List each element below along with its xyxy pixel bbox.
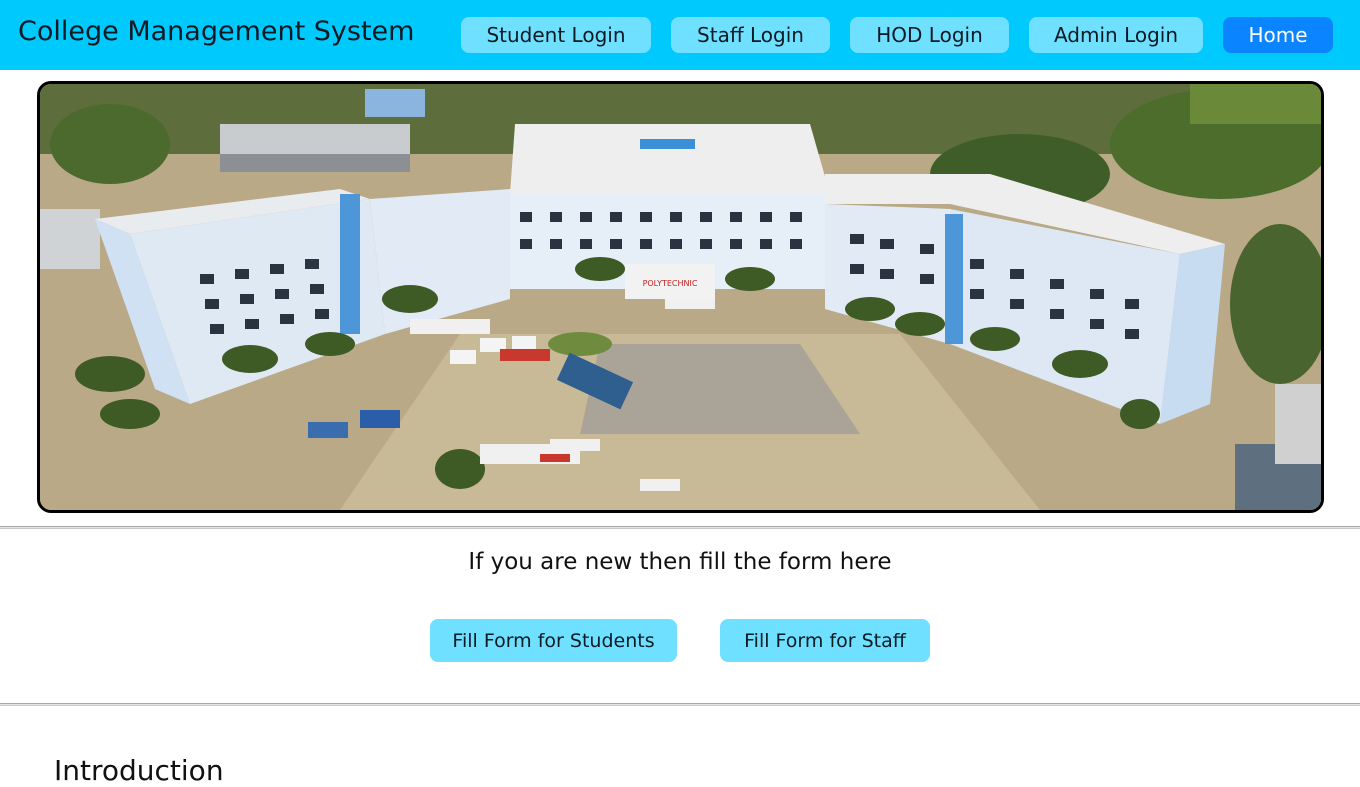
- divider: [0, 703, 1360, 706]
- divider: [0, 526, 1360, 529]
- new-user-prompt: If you are new then fill the form here: [468, 549, 892, 575]
- admin-login-button[interactable]: Admin Login: [1029, 17, 1203, 53]
- home-button[interactable]: Home: [1223, 17, 1333, 53]
- site-title: College Management System: [18, 16, 415, 47]
- staff-login-button[interactable]: Staff Login: [671, 17, 830, 53]
- campus-aerial-illustration: POLYTECHNIC: [40, 84, 1321, 510]
- building-sign-text: POLYTECHNIC: [643, 279, 698, 288]
- fill-form-students-button[interactable]: Fill Form for Students: [430, 619, 677, 662]
- hod-login-button[interactable]: HOD Login: [850, 17, 1009, 53]
- introduction-heading: Introduction: [54, 754, 224, 787]
- campus-hero-image: POLYTECHNIC: [37, 81, 1324, 513]
- student-login-button[interactable]: Student Login: [461, 17, 651, 53]
- top-navbar: College Management System Student Login …: [0, 0, 1360, 70]
- fill-form-staff-button[interactable]: Fill Form for Staff: [720, 619, 930, 662]
